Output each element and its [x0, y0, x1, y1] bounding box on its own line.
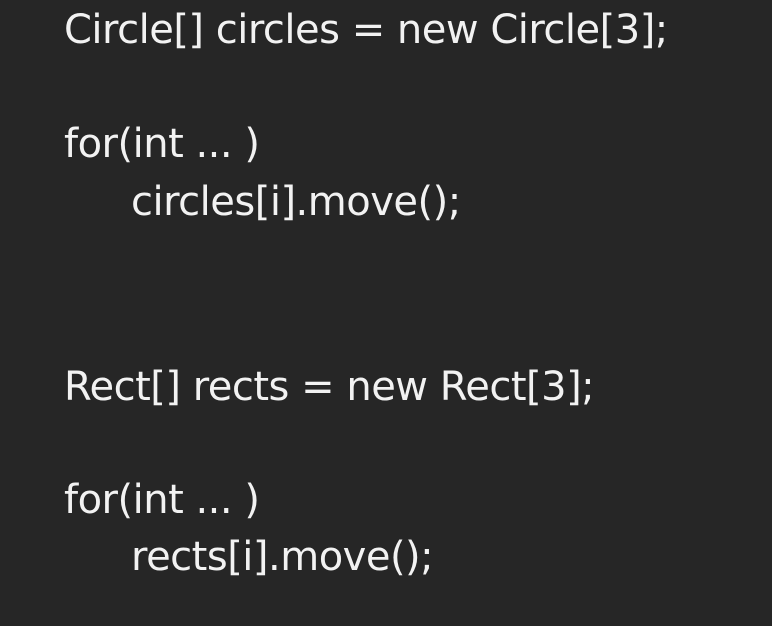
code-slide: Circle[] circles = new Circle[3]; for(in…	[0, 0, 772, 626]
code-line-circle-for: for(int ... )	[64, 121, 260, 167]
code-line-rect-for: for(int ... )	[64, 477, 260, 523]
code-line-circle-array: Circle[] circles = new Circle[3];	[64, 7, 668, 53]
code-line-rect-move: rects[i].move();	[131, 534, 434, 580]
code-line-circle-move: circles[i].move();	[131, 179, 461, 225]
code-line-rect-array: Rect[] rects = new Rect[3];	[64, 364, 595, 410]
